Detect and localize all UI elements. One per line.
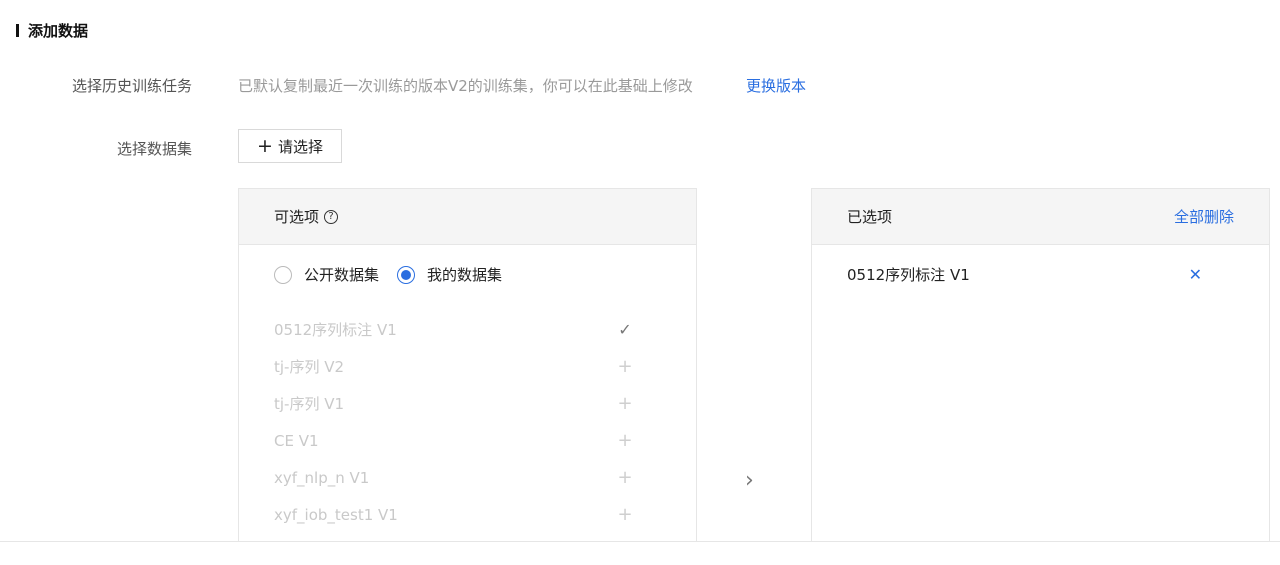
plus-icon[interactable]: +: [616, 467, 634, 488]
plus-icon[interactable]: +: [616, 393, 634, 414]
footer-area: [0, 542, 1280, 565]
radio-checked-icon: [397, 265, 416, 284]
chevron-right-icon[interactable]: ›: [745, 468, 754, 493]
option-name: tj-序列 V2: [274, 358, 345, 376]
radio-circle-icon: [274, 265, 292, 284]
selected-options-panel: 已选项 全部删除 0512序列标注 V1 ✕: [811, 188, 1270, 548]
section-title: 添加数据: [28, 21, 89, 40]
selected-options-header: 已选项 全部删除: [812, 189, 1269, 245]
available-options-header: 可选项 ?: [239, 189, 696, 245]
dataset-option-item[interactable]: xyf_nlp_n V1 +: [274, 459, 634, 496]
select-dataset-button[interactable]: + 请选择: [238, 129, 342, 163]
dataset-option-item[interactable]: CE V1 +: [274, 422, 634, 459]
dataset-option-item[interactable]: xyf_iob_test1 V1 +: [274, 496, 634, 533]
available-options-title: 可选项: [274, 208, 320, 226]
radio-my-datasets[interactable]: 我的数据集: [397, 264, 502, 285]
dataset-option-list: 0512序列标注 V1 ✓ tj-序列 V2 + tj-序列 V1 + CE V…: [274, 311, 634, 533]
close-icon[interactable]: ✕: [1189, 265, 1202, 284]
selected-item-name: 0512序列标注 V1: [847, 266, 970, 284]
dataset-option-item[interactable]: tj-序列 V1 +: [274, 385, 634, 422]
section-bar-marker: [16, 23, 19, 37]
history-task-hint: 已默认复制最近一次训练的版本V2的训练集，你可以在此基础上修改: [238, 77, 693, 95]
dataset-source-radio-group: 公开数据集 我的数据集: [274, 264, 520, 285]
selected-options-title: 已选项: [847, 208, 893, 226]
available-options-panel: 可选项 ? 公开数据集 我的数据集 0512序列标注 V1 ✓ tj-序列 V2…: [238, 188, 697, 548]
section-header: 添加数据: [16, 20, 88, 40]
option-name: xyf_iob_test1 V1: [274, 505, 398, 524]
change-version-link[interactable]: 更换版本: [746, 75, 806, 96]
select-button-label: 请选择: [277, 137, 323, 156]
plus-icon[interactable]: +: [616, 504, 634, 525]
delete-all-link[interactable]: 全部删除: [1174, 206, 1234, 227]
radio-public-datasets[interactable]: 公开数据集: [274, 264, 379, 285]
plus-icon[interactable]: +: [616, 430, 634, 451]
selected-item: 0512序列标注 V1 ✕: [847, 264, 1202, 285]
question-circle-icon[interactable]: ?: [324, 209, 339, 224]
history-task-label: 选择历史训练任务: [71, 77, 192, 95]
dataset-option-item[interactable]: 0512序列标注 V1 ✓: [274, 311, 634, 348]
option-name: CE V1: [274, 431, 319, 450]
dataset-label: 选择数据集: [116, 140, 192, 158]
check-icon: ✓: [618, 320, 632, 339]
plus-icon: +: [257, 134, 273, 157]
dataset-option-item[interactable]: tj-序列 V2 +: [274, 348, 634, 385]
radio-label: 公开数据集: [304, 266, 380, 284]
option-name: 0512序列标注 V1: [274, 321, 397, 339]
plus-icon[interactable]: +: [616, 356, 634, 377]
option-name: tj-序列 V1: [274, 395, 345, 413]
option-name: xyf_nlp_n V1: [274, 468, 370, 487]
radio-label: 我的数据集: [427, 266, 503, 284]
